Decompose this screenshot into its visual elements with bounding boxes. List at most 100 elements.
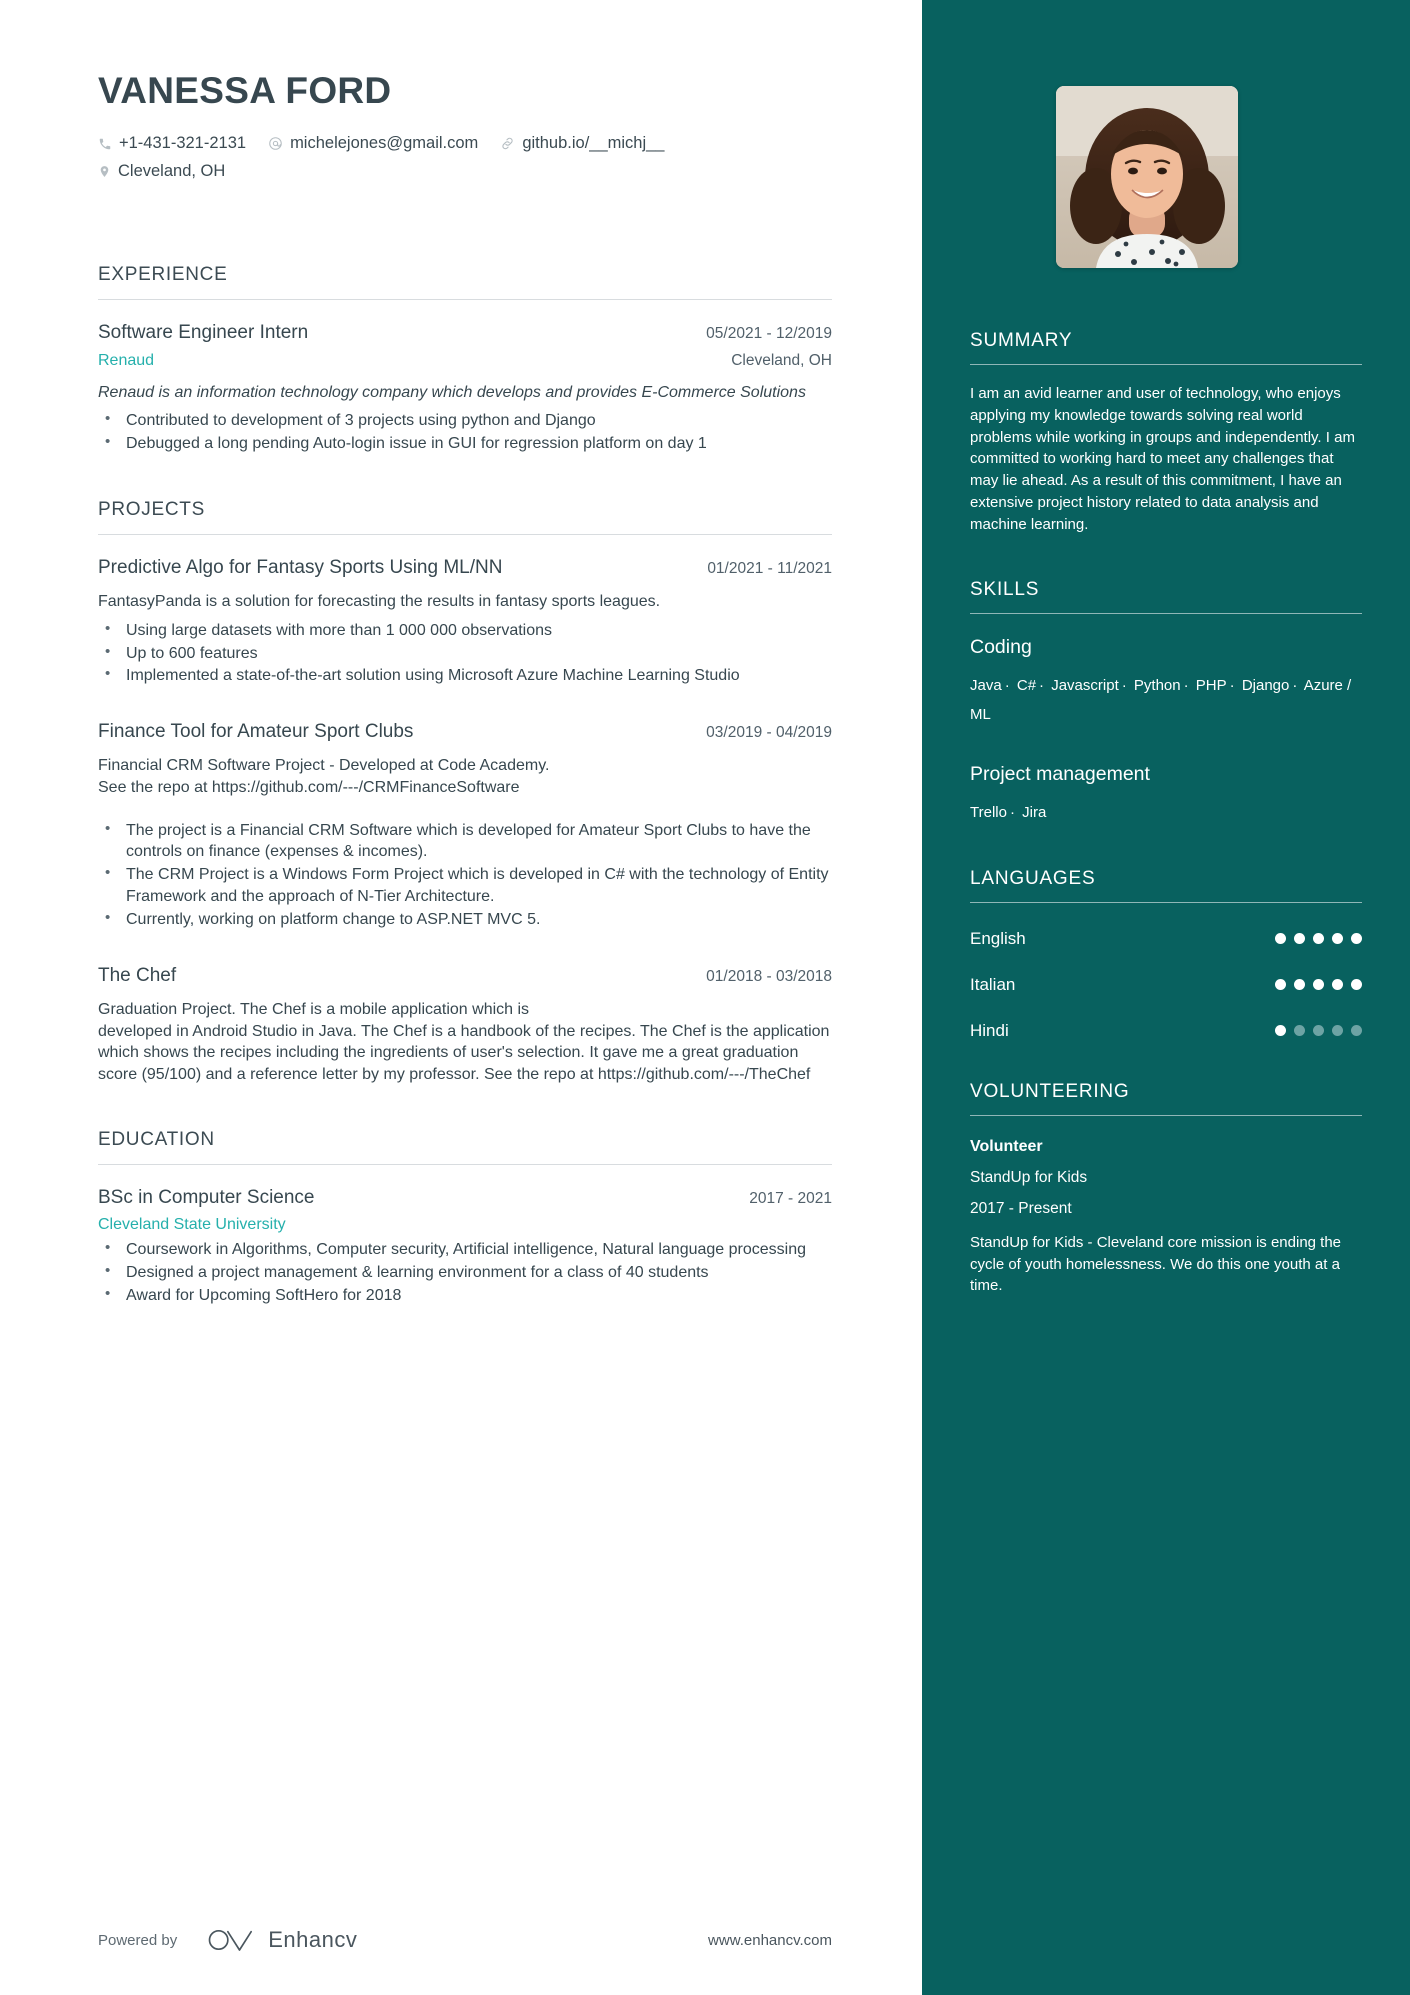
project-summary: Financial CRM Software Project - Develop… [98, 757, 550, 796]
project-date: 03/2019 - 04/2019 [706, 724, 832, 742]
resume-page: VANESSA FORD +1-431-321-2131 michelejone… [0, 0, 1410, 1995]
project-entry: The Chef 01/2018 - 03/2018 Graduation Pr… [98, 965, 832, 1085]
sidebar-section-languages: LANGUAGES English Italian Hindi [970, 868, 1362, 1041]
project-summary: Graduation Project. The Chef is a mobile… [98, 1001, 830, 1083]
section-education: EDUCATION BSc in Computer Science 2017 -… [98, 1129, 832, 1307]
section-title-skills: SKILLS [970, 579, 1040, 601]
language-rating [1267, 979, 1362, 991]
section-title-experience: EXPERIENCE [98, 264, 228, 285]
project-date: 01/2018 - 03/2018 [706, 968, 832, 986]
rating-dot [1275, 979, 1286, 991]
rating-dot [1332, 933, 1343, 945]
contact-phone[interactable]: +1-431-321-2131 [98, 134, 246, 153]
page-title: VANESSA FORD [98, 70, 392, 111]
avatar [1056, 86, 1238, 268]
entry-header: Predictive Algo for Fantasy Sports Using… [98, 557, 832, 579]
contact-row: +1-431-321-2131 michelejones@gmail.com g… [98, 134, 832, 162]
project-title: The Chef [98, 965, 177, 987]
rating-dot [1294, 1025, 1305, 1037]
job-bullets: Contributed to development of 3 projects… [98, 409, 832, 455]
contact-email[interactable]: michelejones@gmail.com [268, 134, 478, 153]
entry-header: The Chef 01/2018 - 03/2018 [98, 965, 832, 987]
list-item: Currently, working on platform change to… [98, 908, 832, 931]
phone-icon [98, 137, 112, 151]
rating-dot [1351, 933, 1362, 945]
profile-photo [1056, 86, 1238, 268]
degree-title: BSc in Computer Science [98, 1187, 315, 1209]
entry-header: BSc in Computer Science 2017 - 2021 [98, 1187, 832, 1209]
skill-group-items: Trello · Jira [970, 804, 1047, 822]
project-title: Predictive Algo for Fantasy Sports Using… [98, 557, 503, 579]
language-rating [1267, 933, 1362, 945]
skill-item: Trello [970, 804, 1007, 822]
summary-text: I am an avid learner and user of technol… [970, 385, 1355, 533]
list-item: Contributed to development of 3 projects… [98, 409, 832, 432]
skill-item: Java [970, 677, 1002, 695]
contact-link-text: github.io/__michj__ [522, 134, 665, 152]
language-row: English [970, 929, 1362, 949]
contact-location: Cleveland, OH [98, 162, 225, 181]
job-location: Cleveland, OH [731, 352, 832, 369]
divider [970, 364, 1362, 365]
list-item: Designed a project management & learning… [98, 1261, 832, 1284]
volunteer-org: StandUp for Kids [970, 1168, 1088, 1186]
school-name: Cleveland State University [98, 1216, 286, 1234]
skill-group-coding: Coding Java · C# · Javascript · Python · PHP… [970, 636, 1362, 729]
list-item: Implemented a state-of-the-art solution … [98, 664, 832, 687]
list-item: The project is a Financial CRM Software … [98, 819, 832, 864]
section-title-education: EDUCATION [98, 1129, 215, 1151]
rating-dot [1351, 979, 1362, 991]
contact-phone-text: +1-431-321-2131 [119, 134, 247, 152]
enhancv-logo: Enhancv [207, 1926, 357, 1954]
project-summary: FantasyPanda is a solution for forecasti… [98, 593, 661, 611]
volunteer-role: Volunteer [970, 1137, 1043, 1155]
skill-group-items: Java · C# · Javascript · Python · PHP · Djang… [970, 677, 1352, 723]
section-title-volunteering: VOLUNTEERING [970, 1080, 1130, 1102]
resume-sidebar: SUMMARY I am an avid learner and user of… [922, 0, 1410, 1995]
volunteer-description: StandUp for Kids - Cleveland core missio… [970, 1233, 1342, 1295]
contact-link[interactable]: github.io/__michj__ [500, 134, 665, 153]
education-bullets: Coursework in Algorithms, Computer secur… [98, 1238, 832, 1307]
rating-dot [1275, 1025, 1286, 1037]
education-entry: BSc in Computer Science 2017 - 2021 Clev… [98, 1187, 832, 1307]
job-company: Renaud [98, 352, 155, 369]
job-title: Software Engineer Intern [98, 322, 309, 343]
section-projects: PROJECTS Predictive Algo for Fantasy Spo… [98, 499, 832, 1085]
footer-url[interactable]: www.enhancv.com [708, 1932, 832, 1949]
rating-dot [1275, 933, 1286, 945]
powered-by-label: Powered by [98, 1931, 178, 1949]
list-item: Coursework in Algorithms, Computer secur… [98, 1238, 832, 1261]
skill-group-project-management: Project management Trello · Jira [970, 763, 1362, 828]
job-summary: Renaud is an information technology comp… [98, 384, 806, 401]
divider [970, 901, 1362, 903]
project-title: Finance Tool for Amateur Sport Clubs [98, 721, 414, 743]
section-experience: EXPERIENCE Software Engineer Intern 05/2… [98, 264, 832, 455]
list-item: Using large datasets with more than 1 00… [98, 619, 832, 642]
list-item: The CRM Project is a Windows Form Projec… [98, 863, 832, 908]
language-row: Hindi [970, 1021, 1362, 1041]
rating-dot [1351, 1025, 1362, 1037]
location-pin-icon [98, 164, 111, 179]
skill-item: Python [1133, 677, 1181, 695]
entry-subheader: Cleveland State University [98, 1216, 832, 1234]
project-entry: Predictive Algo for Fantasy Sports Using… [98, 557, 832, 687]
rating-dot [1332, 979, 1343, 991]
skill-item: Javascript [1051, 677, 1119, 695]
link-icon [500, 136, 515, 151]
job-date: 05/2021 - 12/2019 [706, 325, 832, 342]
sidebar-section-skills: SKILLS Coding Java · C# · Javascript · Pyth… [970, 579, 1362, 828]
language-row: Italian [970, 975, 1362, 995]
rating-dot [1313, 933, 1324, 945]
rating-dot [1313, 979, 1324, 991]
degree-date: 2017 - 2021 [749, 1190, 832, 1208]
brand-name: Enhancv [268, 1927, 358, 1952]
list-item: Debugged a long pending Auto-login issue… [98, 432, 832, 455]
entry-subheader: Renaud Cleveland, OH [98, 352, 832, 370]
experience-entry: Software Engineer Intern 05/2021 - 12/20… [98, 322, 832, 455]
resume-main-column: VANESSA FORD +1-431-321-2131 michelejone… [0, 0, 922, 1995]
divider [98, 534, 832, 536]
contact-row-secondary: Cleveland, OH [98, 162, 832, 190]
project-date: 01/2021 - 11/2021 [707, 560, 832, 578]
section-title-summary: SUMMARY [970, 330, 1073, 351]
rating-dot [1294, 979, 1305, 991]
